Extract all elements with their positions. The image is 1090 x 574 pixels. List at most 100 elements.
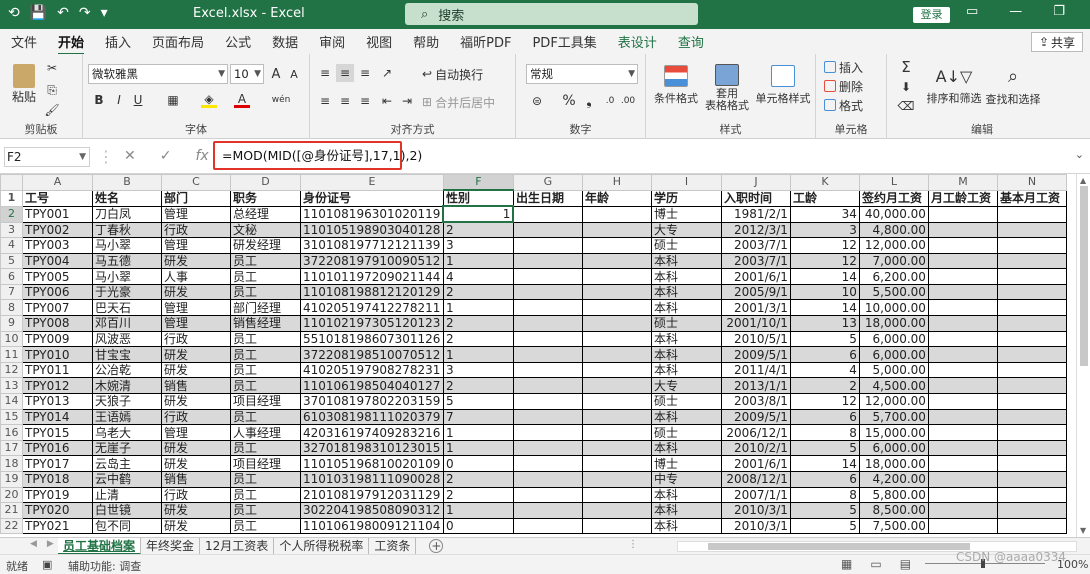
- cell[interactable]: 2: [442, 221, 514, 239]
- cell[interactable]: [927, 471, 998, 488]
- cell[interactable]: 2013/1/1: [720, 377, 791, 395]
- cell[interactable]: 本科: [650, 299, 722, 317]
- cell[interactable]: 10,000.00: [858, 299, 929, 317]
- sheet-tab[interactable]: 个人所得税税率: [274, 538, 370, 555]
- cell[interactable]: [996, 330, 1067, 348]
- align-middle-icon[interactable]: ≡: [336, 64, 354, 82]
- cell[interactable]: TPY013: [22, 393, 93, 410]
- cell[interactable]: [512, 237, 583, 254]
- cell[interactable]: 12: [789, 393, 860, 410]
- cell[interactable]: 2: [789, 377, 860, 395]
- insert-function-icon[interactable]: fx: [195, 148, 208, 164]
- row-header[interactable]: 15: [0, 408, 23, 426]
- cell[interactable]: [581, 268, 652, 285]
- bold-button[interactable]: B: [92, 92, 106, 108]
- cell[interactable]: 木婉清: [92, 377, 162, 395]
- minimize-icon[interactable]: —: [1009, 4, 1022, 19]
- cell[interactable]: 乌老大: [92, 424, 162, 441]
- cell[interactable]: 文秘: [230, 221, 301, 239]
- cell[interactable]: 12,000.00: [858, 393, 929, 410]
- sort-filter-button[interactable]: A↓▽ 排序和筛选: [925, 60, 983, 112]
- copy-icon[interactable]: ⎘: [44, 82, 60, 98]
- cell[interactable]: 15,000.00: [858, 424, 929, 441]
- cell[interactable]: 6: [789, 408, 860, 426]
- align-center-icon[interactable]: ≡: [336, 92, 354, 110]
- cell[interactable]: [581, 361, 652, 379]
- cell[interactable]: 14: [789, 299, 860, 317]
- cell[interactable]: 公冶乾: [92, 361, 162, 379]
- row-header[interactable]: 4: [0, 237, 23, 254]
- cell[interactable]: [996, 346, 1067, 363]
- cell[interactable]: 14: [789, 455, 860, 472]
- decrease-indent-icon[interactable]: ⇤: [378, 92, 396, 110]
- cell[interactable]: 无崖子: [92, 439, 162, 457]
- cell[interactable]: [581, 283, 652, 301]
- cell-styles-button[interactable]: 单元格样式: [754, 60, 812, 110]
- cell[interactable]: TPY007: [22, 299, 93, 317]
- column-header-H[interactable]: H: [581, 174, 652, 191]
- align-right-icon[interactable]: ≡: [356, 92, 374, 110]
- cell[interactable]: TPY014: [22, 408, 93, 426]
- cell[interactable]: 刀白凤: [92, 205, 162, 223]
- column-header-G[interactable]: G: [512, 174, 583, 191]
- cell[interactable]: 研发经理: [230, 237, 301, 254]
- format-as-table-button[interactable]: 套用 表格格式: [702, 60, 752, 116]
- login-button[interactable]: 登录: [913, 7, 950, 23]
- cell[interactable]: TPY011: [22, 361, 93, 379]
- cell[interactable]: [581, 517, 652, 535]
- insert-cells-button[interactable]: 插入: [824, 59, 882, 75]
- sheet-prev-icon[interactable]: ◀: [30, 539, 37, 549]
- cell[interactable]: 5: [789, 517, 860, 535]
- cell[interactable]: 410205197412278211: [300, 299, 444, 317]
- column-title[interactable]: 基本月工资: [996, 189, 1067, 207]
- enter-icon[interactable]: ✓: [160, 148, 172, 164]
- search-box[interactable]: ⌕ 搜索: [405, 3, 698, 25]
- cell[interactable]: 员工: [230, 486, 301, 504]
- cell[interactable]: 风波恶: [92, 330, 162, 348]
- cell[interactable]: 天狼子: [92, 393, 162, 410]
- align-left-icon[interactable]: ≡: [316, 92, 334, 110]
- cell[interactable]: 2: [442, 283, 514, 301]
- cell[interactable]: 硕士: [650, 237, 722, 254]
- column-header-A[interactable]: A: [22, 174, 93, 191]
- phonetic-icon[interactable]: wén: [272, 92, 291, 108]
- macro-record-icon[interactable]: ▣: [42, 558, 52, 571]
- sheet-tab[interactable]: 12月工资表: [200, 538, 275, 555]
- cell[interactable]: 2: [442, 315, 514, 332]
- row-header[interactable]: 16: [0, 424, 23, 441]
- merge-center-button[interactable]: ⊞ 合并后居中: [422, 94, 512, 110]
- column-title[interactable]: 姓名: [92, 189, 162, 207]
- cell[interactable]: [581, 502, 652, 519]
- cell[interactable]: 6: [789, 471, 860, 488]
- column-header-F[interactable]: F: [442, 174, 514, 191]
- cell[interactable]: 邓百川: [92, 315, 162, 332]
- cell[interactable]: 310108197712121139: [300, 237, 444, 254]
- cell[interactable]: 员工: [230, 439, 301, 457]
- row-header[interactable]: 12: [0, 361, 23, 379]
- autosum-icon[interactable]: Σ: [897, 58, 915, 76]
- cell[interactable]: TPY017: [22, 455, 93, 472]
- cell[interactable]: 研发: [161, 517, 231, 535]
- column-title[interactable]: 身份证号: [300, 189, 444, 207]
- add-sheet-icon[interactable]: +: [429, 539, 444, 553]
- column-title[interactable]: 工龄: [789, 189, 860, 207]
- cell[interactable]: 2001/6/1: [720, 455, 791, 472]
- tab-1[interactable]: 开始: [58, 32, 85, 56]
- cell[interactable]: 6: [789, 346, 860, 363]
- zoom-percent[interactable]: 100%: [1057, 558, 1088, 571]
- cell[interactable]: 4,200.00: [858, 471, 929, 488]
- cell[interactable]: TPY016: [22, 439, 93, 457]
- column-header-J[interactable]: J: [720, 174, 791, 191]
- column-title[interactable]: 学历: [650, 189, 722, 207]
- tab-7[interactable]: 视图: [366, 32, 392, 51]
- paste-button[interactable]: 粘贴: [6, 60, 42, 108]
- column-header-N[interactable]: N: [996, 174, 1067, 191]
- cell[interactable]: [581, 299, 652, 317]
- cell[interactable]: 6,000.00: [858, 346, 929, 363]
- fill-icon[interactable]: ⬇: [897, 78, 915, 96]
- row-header[interactable]: 2: [0, 205, 23, 223]
- cell[interactable]: 12,000.00: [858, 237, 929, 254]
- cell[interactable]: [512, 502, 583, 519]
- cell[interactable]: 行政: [161, 408, 231, 426]
- cell[interactable]: TPY002: [22, 221, 93, 239]
